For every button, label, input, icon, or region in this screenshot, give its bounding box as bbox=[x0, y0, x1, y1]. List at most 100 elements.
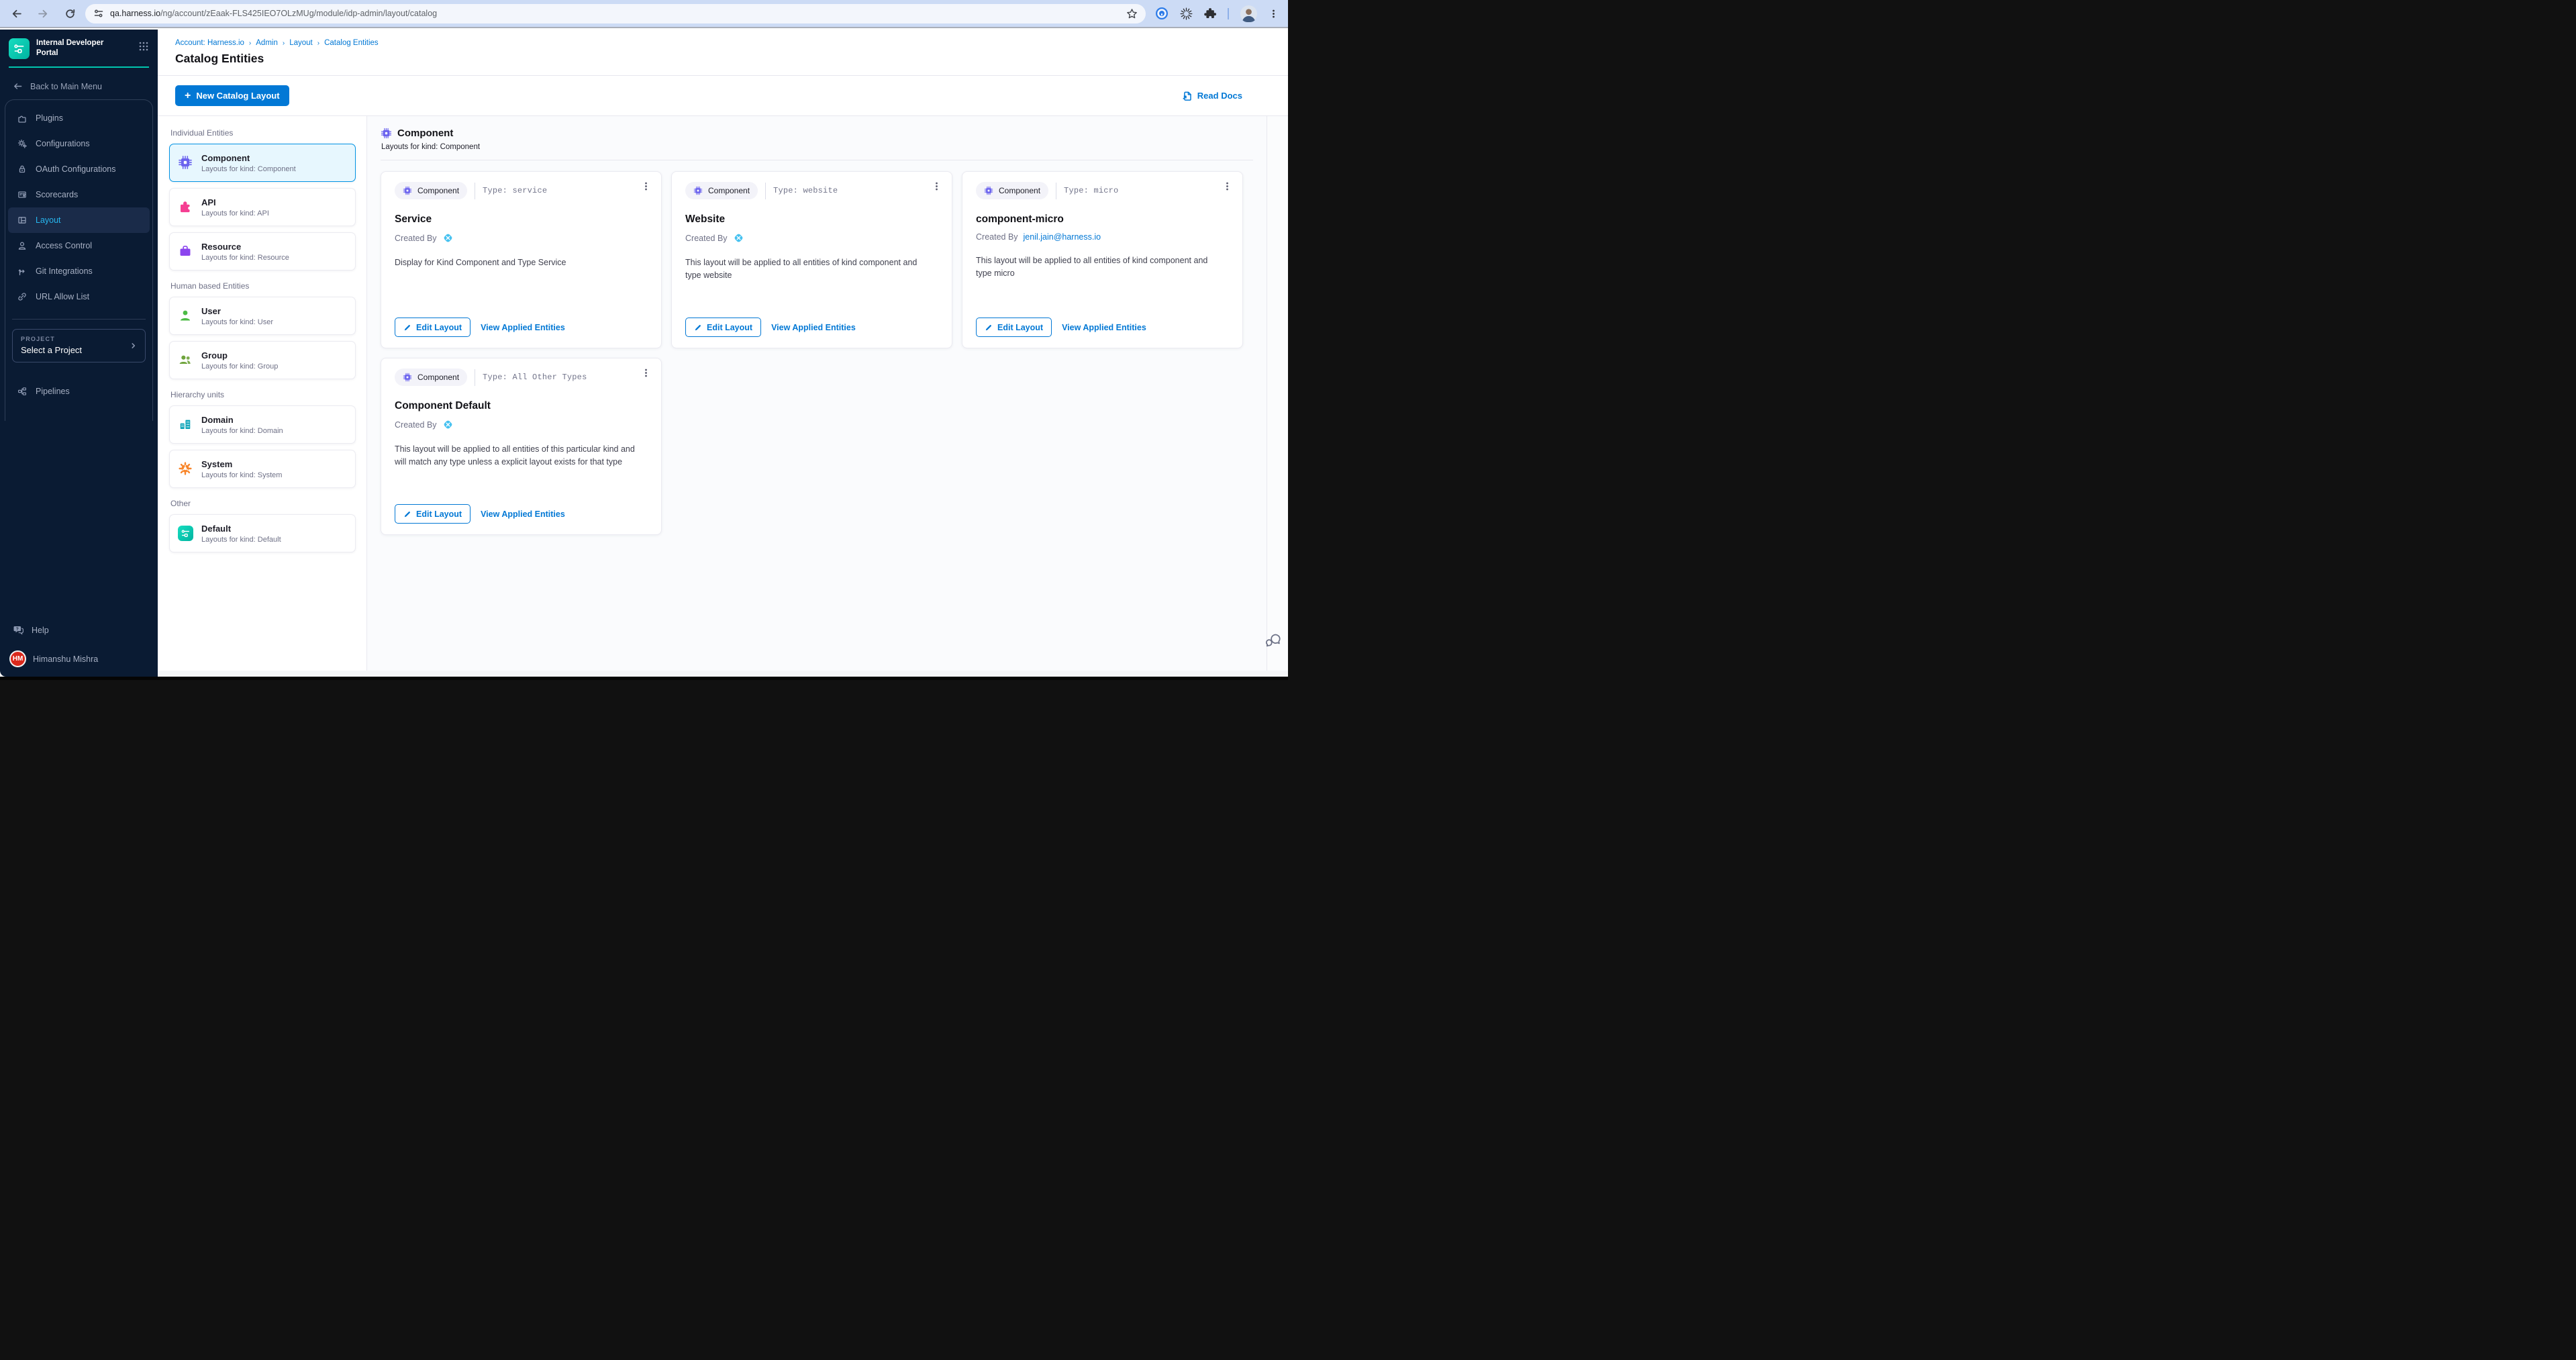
browser-profile-avatar[interactable] bbox=[1240, 5, 1257, 22]
project-label: PROJECT bbox=[21, 336, 137, 342]
browser-menu-icon[interactable] bbox=[1269, 9, 1279, 19]
view-applied-entities-link[interactable]: View Applied Entities bbox=[481, 323, 565, 332]
user-icon bbox=[178, 308, 193, 323]
browser-forward-icon[interactable] bbox=[38, 8, 49, 19]
entity-kind-component[interactable]: ComponentLayouts for kind: Component bbox=[169, 144, 356, 182]
breadcrumb-item[interactable]: Admin bbox=[256, 39, 278, 47]
new-catalog-layout-button[interactable]: + New Catalog Layout bbox=[175, 85, 289, 106]
entity-kind-resource[interactable]: ResourceLayouts for kind: Resource bbox=[169, 232, 356, 271]
entity-kind-default[interactable]: DefaultLayouts for kind: Default bbox=[169, 514, 356, 552]
created-by-row: Created By jenil.jain@harness.io bbox=[976, 232, 1229, 242]
edit-layout-button[interactable]: Edit Layout bbox=[395, 504, 470, 524]
onepassword-extension-icon[interactable] bbox=[1155, 7, 1169, 20]
chip-icon bbox=[403, 186, 412, 195]
breadcrumb-item[interactable]: Catalog Entities bbox=[324, 39, 379, 47]
kind-title: Component bbox=[397, 128, 453, 139]
sidebar-item-pipelines[interactable]: Pipelines bbox=[8, 379, 150, 404]
kind-badge-label: Component bbox=[708, 186, 750, 195]
entity-name: User bbox=[201, 306, 273, 316]
read-docs-link[interactable]: Read Docs bbox=[1182, 91, 1242, 101]
entity-kind-system[interactable]: SystemLayouts for kind: System bbox=[169, 450, 356, 488]
breadcrumb-item[interactable]: Layout bbox=[289, 39, 313, 47]
view-applied-entities-link[interactable]: View Applied Entities bbox=[771, 323, 856, 332]
view-applied-entities-link[interactable]: View Applied Entities bbox=[1062, 323, 1146, 332]
breadcrumb-separator: › bbox=[283, 40, 285, 47]
sidebar-item-configurations[interactable]: Configurations bbox=[8, 131, 150, 156]
new-button-label: New Catalog Layout bbox=[196, 91, 279, 101]
entity-section-label: Individual Entities bbox=[170, 128, 354, 138]
entity-text: UserLayouts for kind: User bbox=[201, 306, 273, 326]
creator-email-link[interactable]: jenil.jain@harness.io bbox=[1024, 232, 1101, 242]
site-settings-icon[interactable] bbox=[93, 8, 104, 19]
svg-text:?: ? bbox=[16, 627, 19, 632]
sidebar-item-url-allow-list[interactable]: URL Allow List bbox=[8, 284, 150, 309]
card-footer: Edit Layout View Applied Entities bbox=[976, 318, 1146, 337]
entity-kind-domain[interactable]: DomainLayouts for kind: Domain bbox=[169, 405, 356, 444]
arrow-left-icon bbox=[13, 81, 23, 91]
sidebar-item-label: Configurations bbox=[36, 139, 90, 148]
module-switcher-icon[interactable] bbox=[138, 41, 149, 52]
sidebar-item-layout[interactable]: Layout bbox=[8, 207, 150, 233]
edit-layout-label: Edit Layout bbox=[416, 323, 462, 332]
edit-layout-button[interactable]: Edit Layout bbox=[976, 318, 1052, 337]
entity-name: Resource bbox=[201, 242, 289, 252]
back-to-main-menu[interactable]: Back to Main Menu bbox=[0, 81, 158, 91]
sidebar-item-label: Layout bbox=[36, 215, 61, 225]
chip-icon bbox=[984, 186, 993, 195]
entity-kind-api[interactable]: APILayouts for kind: API bbox=[169, 188, 356, 226]
browser-back-icon[interactable] bbox=[11, 8, 22, 19]
card-menu-icon[interactable] bbox=[641, 181, 651, 192]
avatar: HM bbox=[9, 650, 26, 667]
view-applied-entities-link[interactable]: View Applied Entities bbox=[481, 509, 565, 519]
group-icon bbox=[178, 352, 193, 367]
pipeline-icon bbox=[17, 386, 28, 397]
card-menu-icon[interactable] bbox=[1222, 181, 1232, 192]
help-button[interactable]: ? Help bbox=[0, 624, 158, 636]
sidebar-item-scorecards[interactable]: Scorecards bbox=[8, 182, 150, 207]
bookmark-star-icon[interactable] bbox=[1126, 8, 1138, 19]
edit-layout-label: Edit Layout bbox=[707, 323, 752, 332]
entity-kind-panel: Individual Entities ComponentLayouts for … bbox=[158, 116, 367, 671]
entity-desc: Layouts for kind: Domain bbox=[201, 427, 283, 435]
card-type-label: Type: website bbox=[773, 186, 838, 195]
breadcrumb-separator: › bbox=[317, 40, 319, 47]
user-icon bbox=[178, 308, 194, 324]
project-selector[interactable]: PROJECT Select a Project bbox=[12, 329, 146, 362]
created-by-label: Created By bbox=[395, 420, 437, 430]
sidebar-item-access-control[interactable]: Access Control bbox=[8, 233, 150, 258]
created-by-row: Created By bbox=[395, 419, 648, 430]
card-menu-icon[interactable] bbox=[641, 367, 651, 379]
extensions-puzzle-icon[interactable] bbox=[1204, 7, 1216, 19]
sidebar-item-git-integrations[interactable]: Git Integrations bbox=[8, 258, 150, 284]
entity-text: APILayouts for kind: API bbox=[201, 197, 269, 217]
user-menu[interactable]: HM Himanshu Mishra bbox=[0, 650, 158, 667]
extension-spinner-icon[interactable] bbox=[1180, 7, 1193, 20]
entity-text: ResourceLayouts for kind: Resource bbox=[201, 242, 289, 262]
card-menu-icon[interactable] bbox=[932, 181, 942, 192]
address-bar[interactable]: qa.harness.io/ng/account/zEaak-FLS425IEO… bbox=[85, 4, 1146, 23]
edit-layout-button[interactable]: Edit Layout bbox=[395, 318, 470, 337]
breadcrumb-item[interactable]: Account: Harness.io bbox=[175, 39, 244, 47]
chevron-right-icon bbox=[129, 341, 138, 350]
card-header: ComponentType: micro bbox=[976, 182, 1229, 199]
sidebar-item-label: Plugins bbox=[36, 113, 63, 123]
sidebar-item-label: OAuth Configurations bbox=[36, 164, 116, 174]
card-footer: Edit Layout View Applied Entities bbox=[685, 318, 856, 337]
support-chat-icon[interactable] bbox=[1265, 632, 1282, 649]
entity-name: System bbox=[201, 459, 282, 469]
pencil-icon bbox=[985, 324, 993, 332]
browser-reload-icon[interactable] bbox=[64, 8, 76, 19]
edit-layout-button[interactable]: Edit Layout bbox=[685, 318, 761, 337]
briefcase-icon bbox=[178, 244, 193, 258]
kind-badge-label: Component bbox=[417, 186, 459, 195]
entity-kind-user[interactable]: UserLayouts for kind: User bbox=[169, 297, 356, 335]
kind-badge: Component bbox=[395, 369, 467, 386]
harness-creator-icon bbox=[733, 232, 744, 244]
sidebar-item-oauth-configurations[interactable]: OAuth Configurations bbox=[8, 156, 150, 182]
entity-name: Group bbox=[201, 350, 278, 360]
sidebar-item-plugins[interactable]: Plugins bbox=[8, 105, 150, 131]
docs-icon bbox=[1182, 91, 1193, 101]
entity-kind-group[interactable]: GroupLayouts for kind: Group bbox=[169, 341, 356, 379]
created-by-label: Created By bbox=[976, 232, 1018, 242]
entity-section-label: Human based Entities bbox=[170, 281, 354, 291]
